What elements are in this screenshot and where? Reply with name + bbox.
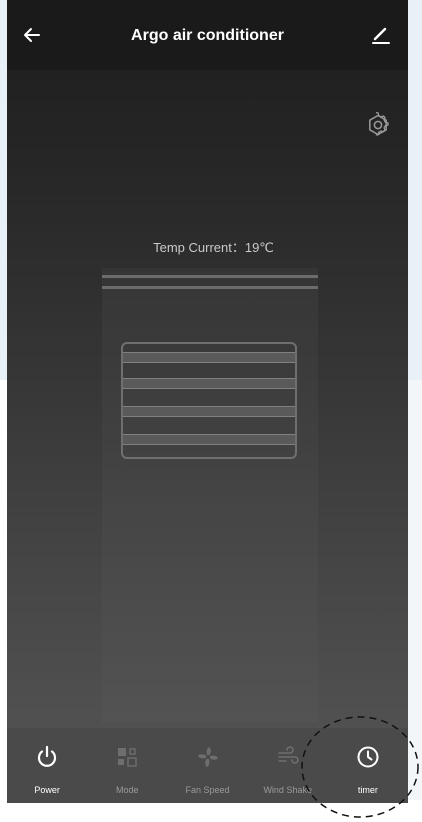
ac-unit-top-line: [102, 275, 318, 278]
clock-icon: [357, 746, 379, 768]
vent-slat: [123, 406, 295, 417]
timer-label: timer: [357, 785, 378, 795]
wind-icon: [277, 746, 299, 764]
fan-icon: [197, 747, 218, 767]
mode-label: Mode: [116, 785, 139, 795]
page-title: Argo air conditioner: [131, 27, 284, 44]
current-temperature: Temp Current：19℃: [153, 240, 274, 255]
vent-slat: [123, 352, 295, 363]
pencil-icon[interactable]: [366, 20, 396, 50]
background-block: [408, 380, 422, 800]
mode-button[interactable]: Mode: [87, 728, 167, 803]
fan-speed-label: Fan Speed: [185, 785, 230, 795]
ac-unit-top-line: [102, 286, 318, 289]
power-label: Power: [34, 785, 60, 795]
gear-icon[interactable]: [365, 112, 391, 138]
app-screen: Argo air conditioner Temp Current：19℃ Po…: [7, 0, 408, 803]
vent-slat: [123, 378, 295, 389]
ac-vent: [121, 342, 297, 459]
vent-slat: [123, 434, 295, 445]
wind-shake-button[interactable]: Wind Shake: [248, 728, 328, 803]
app-header: Argo air conditioner: [7, 0, 408, 70]
ac-unit-panel: [102, 268, 318, 723]
wind-shake-label: Wind Shake: [263, 785, 312, 795]
arrow-left-icon[interactable]: [17, 20, 47, 50]
power-icon: [38, 745, 57, 767]
mode-icon: [118, 748, 137, 767]
fan-speed-button[interactable]: Fan Speed: [167, 728, 247, 803]
control-bar: Power Mode Fan Speed Wind Shake timer: [7, 728, 408, 803]
timer-button[interactable]: timer: [328, 728, 408, 803]
power-button[interactable]: Power: [7, 728, 87, 803]
